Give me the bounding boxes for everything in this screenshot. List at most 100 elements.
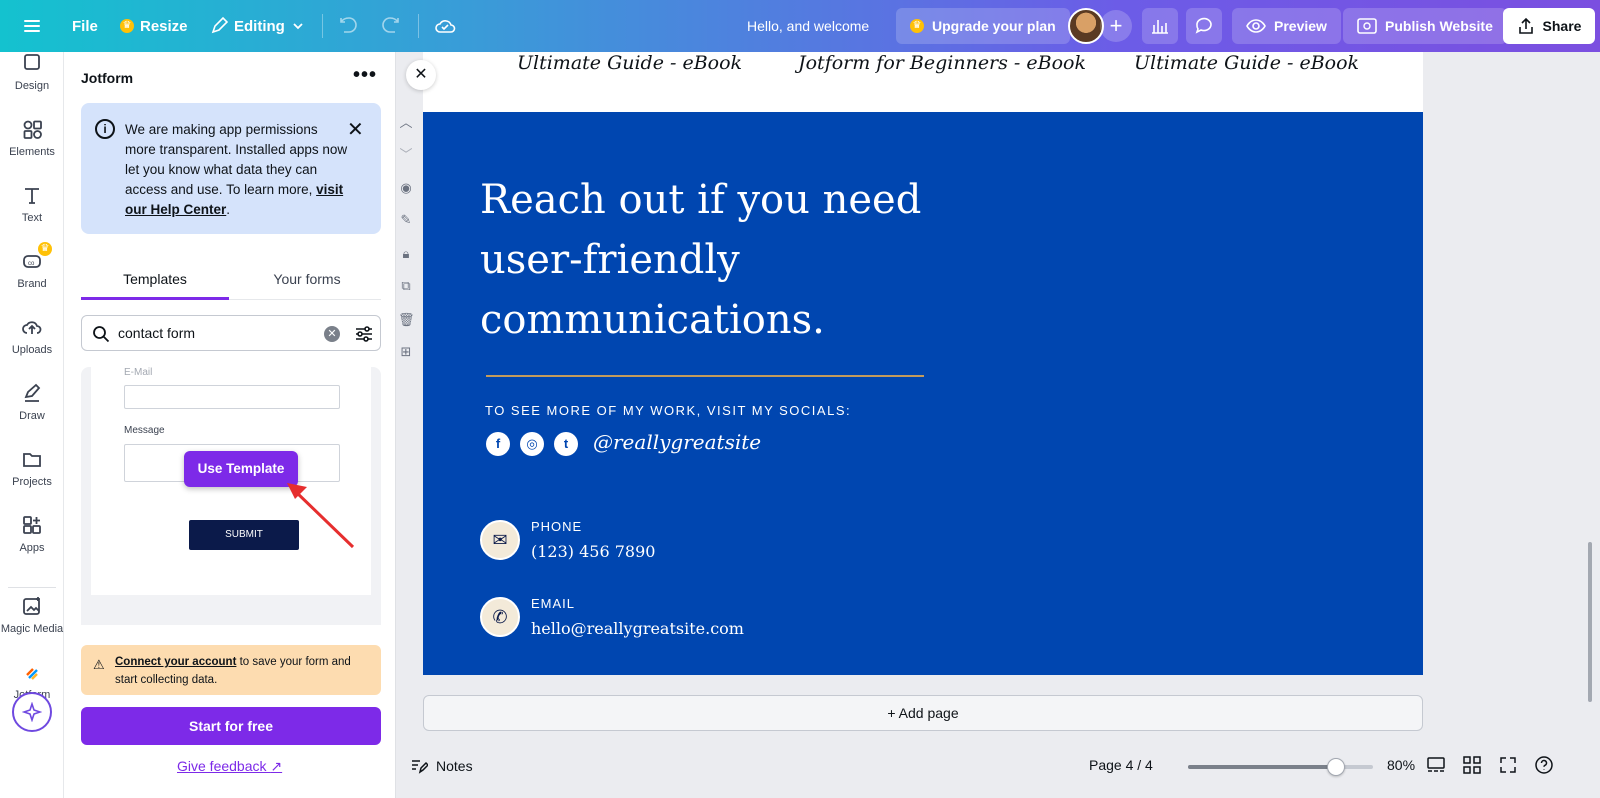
template-card[interactable]: [81, 595, 381, 625]
duplicate-page-button[interactable]: ⧉: [398, 278, 414, 294]
move-up-button[interactable]: ︿: [398, 112, 414, 130]
comment-icon: [1195, 17, 1212, 34]
zoom-slider[interactable]: [1188, 758, 1373, 776]
cloud-check-icon: [435, 20, 456, 33]
notes-page-button[interactable]: ✎: [398, 212, 414, 228]
zoom-value[interactable]: 80%: [1387, 757, 1415, 773]
duplicate-icon: ⧉: [401, 278, 411, 293]
mail-icon[interactable]: ✉: [480, 520, 520, 560]
rail-item-elements[interactable]: Elements: [0, 104, 64, 166]
add-collaborator-button[interactable]: +: [1100, 10, 1132, 42]
warning-icon: ⚠: [93, 657, 105, 672]
eye-icon: [1246, 19, 1266, 33]
delete-page-button[interactable]: 🗑︎: [398, 312, 415, 328]
permissions-notice: i We are making app permissions more tra…: [81, 103, 381, 234]
notes-label: Notes: [436, 758, 473, 774]
apps-icon: [23, 516, 41, 534]
canvas-area[interactable]: Ultimate Guide - eBook Jotform for Begin…: [396, 52, 1600, 746]
chevron-up-icon: ︿: [399, 115, 413, 130]
rail-label: Elements: [9, 146, 55, 158]
rail-item-draw[interactable]: Draw: [0, 368, 64, 430]
insights-button[interactable]: [1142, 8, 1178, 44]
notes-button[interactable]: Notes: [410, 757, 473, 775]
zoom-handle[interactable]: [1327, 758, 1345, 776]
close-panel-button[interactable]: ✕: [406, 60, 436, 90]
rail-label: Brand: [17, 278, 47, 290]
publish-website-button[interactable]: Publish Website: [1343, 8, 1507, 44]
close-icon: ✕: [347, 119, 364, 141]
eye-off-icon: ◉: [400, 180, 412, 195]
upgrade-label: Upgrade your plan: [932, 18, 1056, 34]
rail-item-projects[interactable]: Projects: [0, 434, 64, 496]
pencil-icon: [211, 17, 228, 34]
cloud-save-button[interactable]: [434, 0, 456, 52]
ebook-title: Ultimate Guide - eBook: [517, 52, 743, 74]
email-value[interactable]: hello@reallygreatsite.com: [531, 619, 744, 638]
tab-templates[interactable]: Templates: [81, 264, 229, 300]
socials-label[interactable]: TO SEE MORE OF MY WORK, VISIT MY SOCIALS…: [485, 403, 851, 418]
canvas-scrollbar[interactable]: [1588, 542, 1592, 702]
upgrade-plan-button[interactable]: ♛ Upgrade your plan: [896, 8, 1070, 44]
redo-button[interactable]: [381, 0, 401, 52]
close-notice-button[interactable]: ✕: [347, 117, 364, 142]
undo-button[interactable]: [338, 0, 358, 52]
social-handle[interactable]: @reallygreatsite: [593, 430, 761, 454]
panel-title: Jotform: [81, 70, 134, 86]
edit-icon: ✎: [400, 212, 412, 227]
notice-text: We are making app permissions more trans…: [125, 120, 351, 220]
share-button[interactable]: Share: [1503, 8, 1595, 44]
help-icon[interactable]: [1534, 755, 1554, 775]
rail-item-apps[interactable]: Apps: [0, 500, 64, 562]
website-icon: [1357, 18, 1377, 34]
rail-item-uploads[interactable]: Uploads: [0, 302, 64, 364]
email-label[interactable]: EMAIL: [531, 596, 575, 611]
phone-label[interactable]: PHONE: [531, 519, 582, 534]
hide-page-button[interactable]: ◉: [398, 180, 414, 196]
rail-label: Uploads: [11, 344, 53, 356]
phone-icon[interactable]: ✆: [480, 597, 520, 637]
chevron-down-icon: ﹀: [399, 147, 413, 162]
instagram-icon[interactable]: ◎: [520, 432, 544, 456]
rail-label: Draw: [19, 410, 45, 422]
lock-page-button[interactable]: 🔒︎: [398, 246, 414, 262]
resize-label: Resize: [140, 17, 188, 35]
magic-assistant-button[interactable]: [12, 692, 52, 732]
tab-your-forms[interactable]: Your forms: [233, 264, 381, 300]
avatar[interactable]: [1068, 8, 1104, 44]
preview-button[interactable]: Preview: [1232, 8, 1341, 44]
template-results[interactable]: E-Mail Message SUBMIT Use Template: [81, 367, 381, 632]
connect-account-link[interactable]: Connect your account: [115, 656, 236, 668]
rail-item-text[interactable]: Text: [0, 170, 64, 232]
page-indicator[interactable]: Page 4 / 4: [1089, 757, 1153, 773]
rail-item-brand[interactable]: co Brand ♛: [0, 236, 64, 298]
pages-view-icon[interactable]: [1426, 755, 1446, 775]
page-4[interactable]: Reach out if you need user-friendly comm…: [423, 112, 1423, 675]
page-3-bottom[interactable]: Ultimate Guide - eBook Jotform for Begin…: [423, 52, 1423, 112]
template-card[interactable]: E-Mail Message SUBMIT Use Template: [81, 367, 381, 619]
add-page-button[interactable]: + Add page: [423, 695, 1423, 731]
file-menu[interactable]: File: [72, 0, 98, 52]
phone-value[interactable]: (123) 456 7890: [531, 542, 655, 561]
notes-icon: [412, 760, 428, 774]
clear-search-button[interactable]: ✕: [324, 326, 340, 342]
template-preview: E-Mail Message SUBMIT Use Template: [91, 367, 371, 609]
twitter-icon[interactable]: t: [554, 432, 578, 456]
more-options-button[interactable]: •••: [353, 64, 377, 87]
connect-account-warning: ⚠ Connect your account to save your form…: [81, 645, 381, 695]
editing-dropdown[interactable]: Editing: [210, 0, 305, 52]
facebook-icon[interactable]: f: [486, 432, 510, 456]
search-input[interactable]: contact form ✕: [81, 315, 381, 351]
move-down-button[interactable]: ﹀: [398, 144, 414, 162]
grid-view-icon[interactable]: [1462, 755, 1482, 775]
add-page-button-small[interactable]: ⊞: [398, 344, 414, 360]
fullscreen-icon[interactable]: [1498, 755, 1518, 775]
rail-item-design[interactable]: Design: [0, 38, 64, 100]
give-feedback-link[interactable]: Give feedback ↗: [177, 758, 282, 775]
headline[interactable]: Reach out if you need user-friendly comm…: [480, 170, 1000, 350]
divider-line[interactable]: [486, 375, 924, 377]
start-for-free-button[interactable]: Start for free: [81, 707, 381, 745]
resize-button[interactable]: ♛ Resize: [120, 0, 188, 52]
comments-button[interactable]: [1186, 8, 1222, 44]
filter-icon[interactable]: [354, 324, 374, 344]
rail-item-magic-media[interactable]: Magic Media: [0, 581, 64, 643]
